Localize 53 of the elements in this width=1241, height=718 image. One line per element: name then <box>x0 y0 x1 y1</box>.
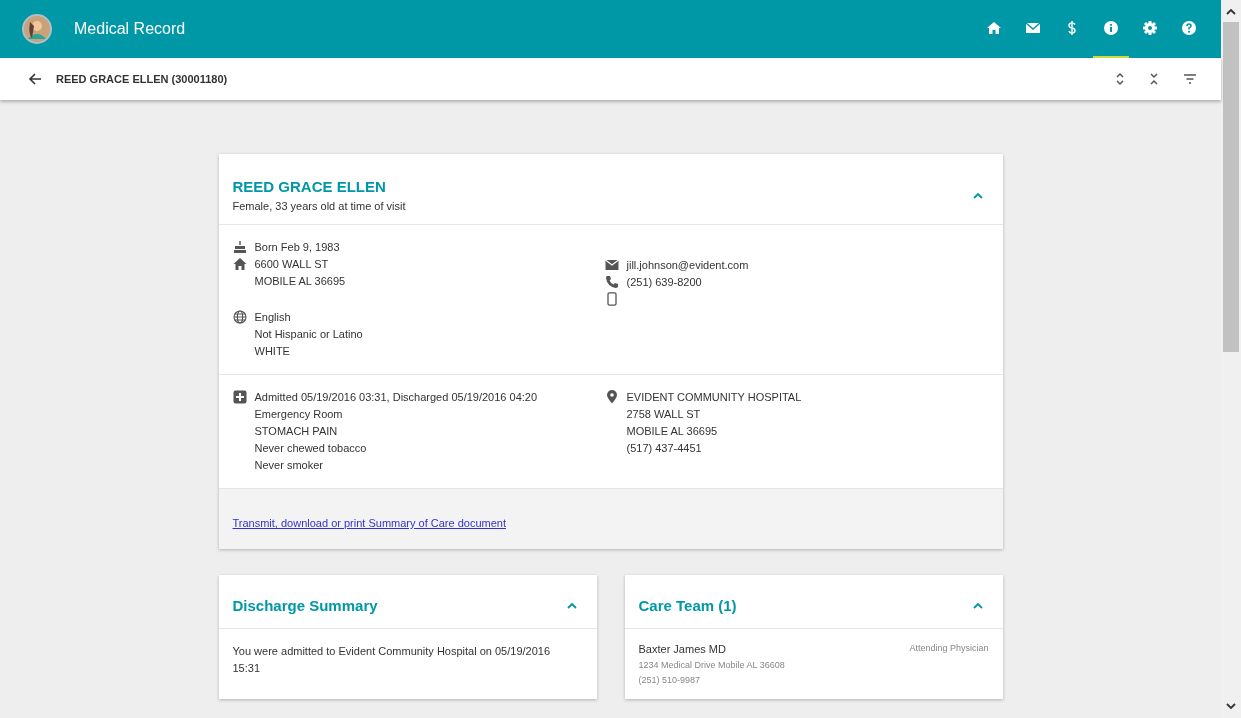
settings-icon <box>1142 20 1158 36</box>
location-pin-icon <box>604 390 619 404</box>
mail-icon <box>604 258 619 272</box>
member-role: Attending Physician <box>909 643 989 655</box>
visit-detail: Never chewed tobacco <box>254 441 368 456</box>
collapse-icon <box>1149 72 1159 86</box>
medical-cross-icon <box>232 390 247 404</box>
visit-detail: Admitted 05/19/2016 03:31, Discharged 05/19/2016 04:20 <box>254 390 538 405</box>
facility-detail: (517) 437-4451 <box>626 441 703 456</box>
home-icon <box>986 20 1002 36</box>
contact-text: (251) 639-8200 <box>626 275 702 290</box>
scroll-up-icon[interactable] <box>1226 8 1236 16</box>
member-name: Baxter James MD <box>638 643 726 655</box>
phone-icon <box>604 275 619 289</box>
globe-icon <box>232 310 247 324</box>
home-icon <box>232 257 247 271</box>
detail-text: MOBILE AL 36695 <box>254 274 346 289</box>
facility-detail: MOBILE AL 36695 <box>626 424 719 439</box>
visit-detail: STOMACH PAIN <box>254 424 339 439</box>
app-title: Medical Record <box>74 20 186 38</box>
avatar-icon <box>22 14 52 44</box>
detail-text: English <box>254 310 292 325</box>
facility-detail: 2758 WALL ST <box>626 407 702 422</box>
chevron-icon <box>972 191 983 199</box>
member-address: 1234 Medical Drive Mobile AL 36608 <box>638 660 786 670</box>
detail-text: WHITE <box>254 344 291 359</box>
mail-icon <box>1025 20 1041 36</box>
facility-detail: EVIDENT COMMUNITY HOSPITAL <box>626 390 802 405</box>
help-icon <box>1181 20 1197 36</box>
scrollbar-thumb[interactable] <box>1223 22 1239 352</box>
visit-detail: Never smoker <box>254 458 324 473</box>
detail-text: 6600 WALL ST <box>254 257 330 272</box>
detail-text: Born Feb 9, 1983 <box>254 240 340 255</box>
scroll-down-icon[interactable] <box>1226 702 1236 710</box>
chevron-icon <box>566 602 577 609</box>
detail-text: Not Hispanic or Latino <box>254 327 363 342</box>
cake-icon <box>232 240 247 254</box>
patient-summary: Female, 33 years old at time of visit <box>232 200 407 212</box>
expand-icon <box>1115 72 1125 86</box>
summary-of-care-link[interactable]: Transmit, download or print Summary of Care document <box>232 517 506 529</box>
member-phone: (251) 510-9987 <box>638 675 702 685</box>
visit-detail: Emergency Room <box>254 407 344 422</box>
filter-icon <box>1183 73 1197 85</box>
patient-name: REED GRACE ELLEN <box>232 178 387 195</box>
contact-text: jill.johnson@evident.com <box>626 258 749 273</box>
discharge-text: You were admitted to Evident Community Hospital on 05/19/2016 15:31 <box>232 644 552 676</box>
info-icon <box>1103 20 1119 36</box>
patient-header-title: REED GRACE ELLEN (30001180) <box>56 73 228 85</box>
chevron-icon <box>972 602 983 609</box>
card-title: Discharge Summary <box>232 597 378 614</box>
card-title: Care Team (1) <box>638 597 737 614</box>
back-arrow-icon <box>28 72 42 86</box>
mobile-phone-icon <box>604 292 619 306</box>
